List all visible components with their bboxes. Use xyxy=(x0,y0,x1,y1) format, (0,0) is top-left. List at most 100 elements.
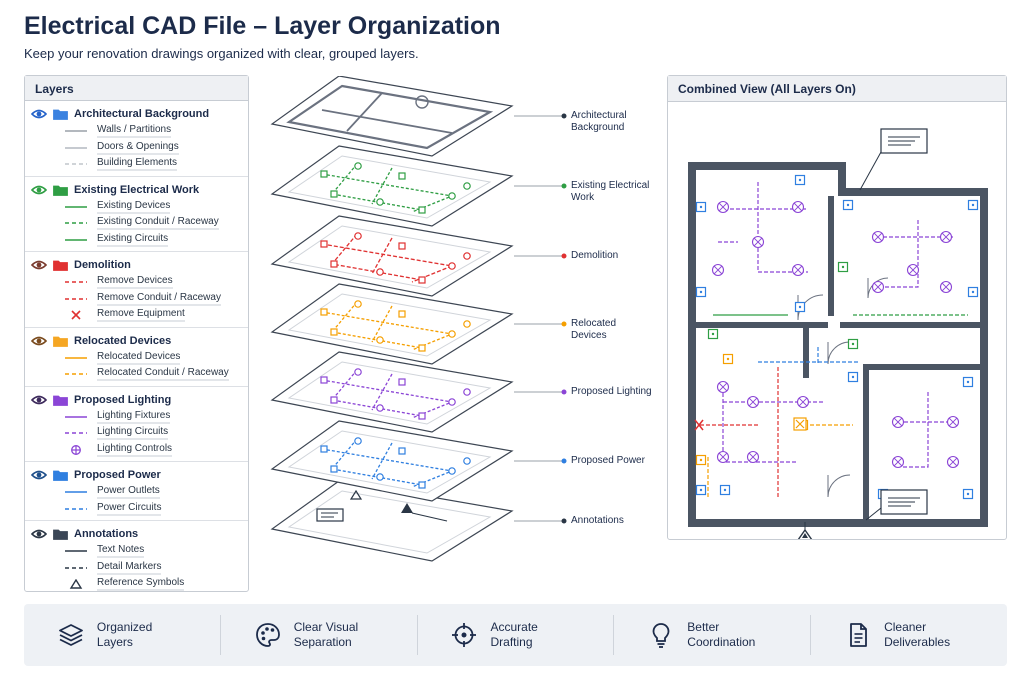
layer-item[interactable]: Remove Equipment xyxy=(25,307,248,324)
layer-stack-label: Annotations xyxy=(571,515,624,526)
light-fixture-icon xyxy=(871,230,885,244)
line-style-swatch xyxy=(65,567,87,569)
layer-item[interactable]: Relocated Devices xyxy=(25,350,248,367)
eye-icon[interactable] xyxy=(31,469,47,481)
layer-sheet-existing-electrical-work xyxy=(270,145,567,227)
benefit-label: Cleaner Deliverables xyxy=(884,620,951,649)
layer-group-header[interactable]: Proposed Power xyxy=(25,466,248,484)
device-icon xyxy=(967,286,979,298)
lightbulb-icon xyxy=(652,623,670,648)
layer-group-header[interactable]: Architectural Background xyxy=(25,105,248,123)
triangle-icon xyxy=(69,579,83,589)
layer-item[interactable]: Doors & Openings xyxy=(25,140,248,157)
eye-icon[interactable] xyxy=(31,108,47,120)
light-fixture-icon xyxy=(746,450,760,464)
light-fixture-icon xyxy=(871,280,885,294)
benefit-label: Better Coordination xyxy=(687,620,756,649)
layer-item[interactable]: Existing Conduit / Raceway xyxy=(25,215,248,232)
document-icon xyxy=(850,623,867,647)
lighting-control-icon xyxy=(71,444,81,455)
line-style-swatch xyxy=(65,432,87,434)
light-fixture-icon xyxy=(791,263,805,277)
layer-item-label: Relocated Conduit / Raceway xyxy=(97,367,229,382)
layer-item[interactable]: Existing Devices xyxy=(25,199,248,216)
device-icon xyxy=(847,371,859,383)
layer-item[interactable]: Existing Circuits xyxy=(25,232,248,249)
light-fixture-icon xyxy=(791,200,805,214)
folder-icon xyxy=(53,529,68,540)
combined-view-panel: Combined View (All Layers On) xyxy=(667,75,1007,541)
layer-item-label: Lighting Fixtures xyxy=(97,410,171,424)
layers-panel-title: Layers xyxy=(25,76,248,101)
layer-group-header[interactable]: Demolition xyxy=(25,256,248,274)
layer-item[interactable]: Text Notes xyxy=(25,543,248,560)
layer-stack-label: Architectural Background xyxy=(571,110,627,133)
folder-icon xyxy=(53,395,68,406)
layer-sheet-architectural-background xyxy=(270,75,567,157)
plan-doors xyxy=(797,277,889,498)
combined-view-title: Combined View (All Layers On) xyxy=(668,76,1006,102)
benefit-organized-layers: Organized Layers xyxy=(24,615,221,655)
layer-group-demolition: Demolition Remove Devices Remove Conduit /… xyxy=(25,252,248,328)
line-style-swatch xyxy=(65,298,87,300)
layer-group-annotations: Annotations Text Notes Detail Markers Refer… xyxy=(25,521,248,596)
x-mark-icon xyxy=(71,310,81,320)
benefit-accurate-drafting: Accurate Drafting xyxy=(418,615,615,655)
benefits-bar: Organized Layers Clear Visual Separation A… xyxy=(24,604,1007,666)
layer-item[interactable]: Walls / Partitions xyxy=(25,123,248,140)
folder-icon xyxy=(53,185,68,196)
layer-item[interactable]: Remove Devices xyxy=(25,274,248,291)
relocated-device-icon xyxy=(793,417,807,431)
eye-icon[interactable] xyxy=(31,259,47,271)
device-icon xyxy=(842,199,854,211)
benefit-label: Organized Layers xyxy=(96,620,153,649)
layer-item[interactable]: Detail Markers xyxy=(25,560,248,577)
layer-item[interactable]: Lighting Fixtures xyxy=(25,409,248,426)
eye-icon[interactable] xyxy=(31,394,47,406)
light-fixture-icon xyxy=(796,395,810,409)
benefit-label: Clear Visual Separation xyxy=(293,620,359,649)
line-style-swatch xyxy=(65,357,87,359)
layer-item-label: Remove Devices xyxy=(97,275,173,290)
layer-group-name: Proposed Lighting xyxy=(74,393,172,406)
line-style-swatch xyxy=(65,491,87,493)
plan-devices xyxy=(695,174,979,500)
layer-sheet-proposed-power xyxy=(270,420,567,502)
layer-group-header[interactable]: Annotations xyxy=(25,525,248,543)
layer-group-header[interactable]: Relocated Devices xyxy=(25,332,248,350)
layer-stack-label: Proposed Lighting xyxy=(571,386,652,397)
layer-item[interactable]: Lighting Circuits xyxy=(25,425,248,442)
layer-sheet-proposed-lighting xyxy=(270,351,567,433)
layer-item[interactable]: Reference Symbols xyxy=(25,576,248,593)
layer-item[interactable]: Power Outlets xyxy=(25,484,248,501)
eye-icon[interactable] xyxy=(31,184,47,196)
layer-item-label: Power Circuits xyxy=(97,502,162,516)
eye-icon[interactable] xyxy=(31,528,47,540)
layer-item[interactable]: Lighting Controls xyxy=(25,442,248,459)
device-icon xyxy=(837,261,849,273)
layer-item[interactable]: Relocated Conduit / Raceway xyxy=(25,366,248,383)
layer-group-name: Existing Electrical Work xyxy=(74,183,200,196)
layer-item[interactable]: Power Circuits xyxy=(25,501,248,518)
layer-item-label: Lighting Controls xyxy=(97,443,173,457)
layer-sheet-demolition xyxy=(270,215,567,297)
line-style-swatch xyxy=(65,130,87,132)
device-icon xyxy=(695,484,707,496)
layer-item-label: Power Outlets xyxy=(97,485,160,500)
device-icon xyxy=(722,353,734,365)
eye-icon[interactable] xyxy=(31,335,47,347)
layer-group-header[interactable]: Existing Electrical Work xyxy=(25,181,248,199)
crosshair-icon xyxy=(452,623,477,647)
folder-icon xyxy=(53,109,68,120)
light-fixture-icon xyxy=(939,230,953,244)
layer-stack-label: Demolition xyxy=(571,250,619,261)
layer-group-relocated-devices: Relocated Devices Relocated Devices Reloca… xyxy=(25,328,248,387)
layer-group-proposed-lighting: Proposed Lighting Lighting Fixtures Lighti… xyxy=(25,387,248,462)
layer-item[interactable]: Building Elements xyxy=(25,156,248,173)
text-note-icon xyxy=(880,489,928,515)
layer-group-header[interactable]: Proposed Lighting xyxy=(25,391,248,409)
layer-item[interactable]: Remove Conduit / Raceway xyxy=(25,291,248,308)
exploded-layer-stack: Annotations Proposed Power Proposed Lighti… xyxy=(262,75,652,576)
layer-item-label: Building Elements xyxy=(97,157,178,172)
layer-group-proposed-power: Proposed Power Power Outlets Power Circuit… xyxy=(25,462,248,521)
